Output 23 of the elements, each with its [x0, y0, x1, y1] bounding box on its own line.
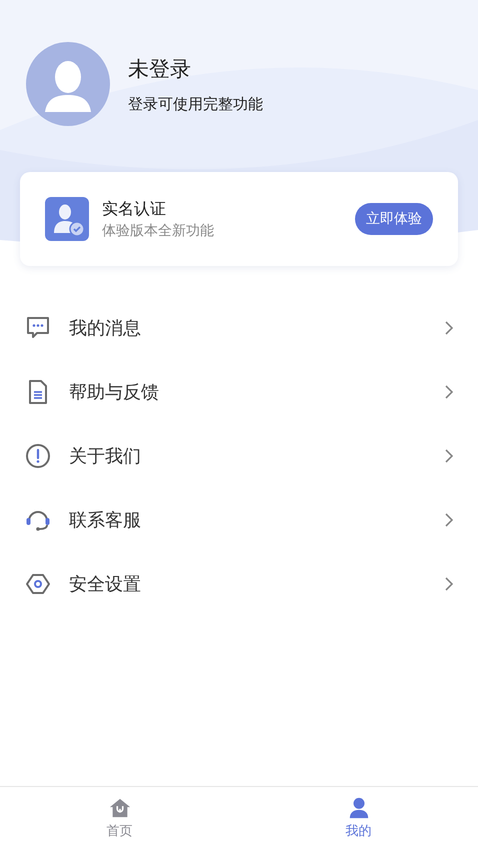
chevron-icon	[444, 320, 454, 336]
message-icon	[25, 315, 51, 341]
login-status[interactable]: 未登录	[128, 54, 263, 82]
card-title: 实名认证	[102, 198, 167, 220]
menu-item[interactable]: 安全设置	[69, 572, 444, 596]
chevron-icon	[444, 576, 454, 592]
tab[interactable]: 我的	[239, 787, 478, 850]
menu-item[interactable]: 帮助与反馈	[69, 380, 444, 404]
menu-item[interactable]: 关于我们	[69, 444, 444, 468]
home-icon	[108, 797, 130, 819]
chevron-icon	[444, 448, 454, 464]
avatar[interactable]	[26, 42, 110, 126]
try-now-button[interactable]: 立即体验	[355, 203, 433, 235]
menu-item[interactable]: 联系客服	[69, 508, 444, 532]
info-icon	[25, 443, 51, 469]
chevron-icon	[444, 384, 454, 400]
chevron-icon	[444, 512, 454, 528]
menu-item[interactable]: 我的消息	[69, 316, 444, 340]
verified-user-icon	[45, 197, 89, 241]
user-icon	[348, 797, 370, 819]
hexagon-icon	[25, 571, 51, 597]
card-subtitle: 体验版本全新功能	[102, 222, 215, 240]
login-hint: 登录可使用完整功能	[128, 94, 263, 114]
